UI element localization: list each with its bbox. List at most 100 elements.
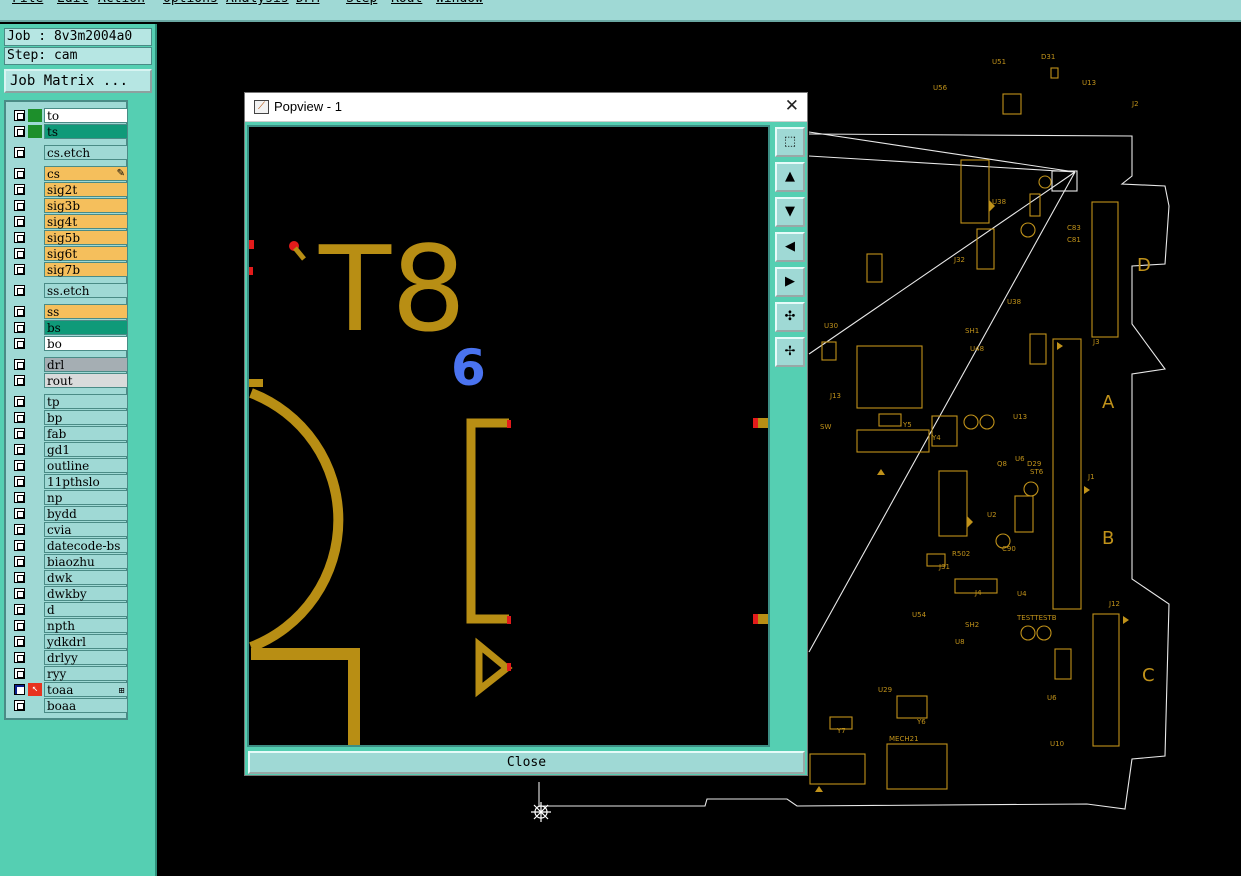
layer-name[interactable]: sig5b bbox=[44, 230, 128, 245]
layer-name[interactable]: tp bbox=[44, 394, 128, 409]
layer-row-d[interactable]: d bbox=[10, 602, 128, 617]
layer-name[interactable]: gd1 bbox=[44, 442, 128, 457]
layer-checkbox[interactable] bbox=[14, 248, 25, 259]
layer-row-dwkby[interactable]: dwkby bbox=[10, 586, 128, 601]
layer-checkbox[interactable] bbox=[14, 359, 25, 370]
layer-row-ss[interactable]: ss bbox=[10, 304, 128, 319]
layer-name[interactable]: npth bbox=[44, 618, 128, 633]
layer-row-fab[interactable]: fab bbox=[10, 426, 128, 441]
layer-checkbox[interactable] bbox=[14, 684, 25, 695]
layer-row-drl[interactable]: drl bbox=[10, 357, 128, 372]
menu-item-rout[interactable]: Rout bbox=[391, 0, 422, 6]
layer-name[interactable]: 11pthslo bbox=[44, 474, 128, 489]
layer-row-npth[interactable]: npth bbox=[10, 618, 128, 633]
layer-name[interactable]: d bbox=[44, 602, 128, 617]
layer-row-np[interactable]: np bbox=[10, 490, 128, 505]
layer-row-cs[interactable]: cs ✎ bbox=[10, 166, 128, 181]
layer-checkbox[interactable] bbox=[14, 264, 25, 275]
layer-row-ts[interactable]: ts bbox=[10, 124, 128, 139]
layer-checkbox[interactable] bbox=[14, 556, 25, 567]
layer-name[interactable]: outline bbox=[44, 458, 128, 473]
layer-row-sig7b[interactable]: sig7b bbox=[10, 262, 128, 277]
menu-item-analysis[interactable]: Analysis bbox=[226, 0, 289, 6]
layer-name[interactable]: rout bbox=[44, 373, 128, 388]
pan-right-button[interactable]: ▶ bbox=[775, 267, 805, 297]
close-icon[interactable]: ✕ bbox=[785, 96, 799, 116]
layer-name[interactable]: ss.etch bbox=[44, 283, 128, 298]
layer-name[interactable]: drl bbox=[44, 357, 128, 372]
layer-row-sig4t[interactable]: sig4t bbox=[10, 214, 128, 229]
layer-name[interactable]: ts bbox=[44, 124, 128, 139]
layer-row-tp[interactable]: tp bbox=[10, 394, 128, 409]
layer-row-gd1[interactable]: gd1 bbox=[10, 442, 128, 457]
layer-name[interactable]: sig7b bbox=[44, 262, 128, 277]
layer-checkbox[interactable] bbox=[14, 184, 25, 195]
layer-checkbox[interactable] bbox=[14, 110, 25, 121]
layer-checkbox[interactable] bbox=[14, 508, 25, 519]
layer-row-toaa[interactable]: ↖ toaa ⊞ bbox=[10, 682, 128, 697]
menu-item-file[interactable]: File bbox=[12, 0, 43, 6]
layer-checkbox[interactable] bbox=[14, 524, 25, 535]
layer-checkbox[interactable] bbox=[14, 412, 25, 423]
layer-row-datecode-bs[interactable]: datecode-bs bbox=[10, 538, 128, 553]
layer-checkbox[interactable] bbox=[14, 652, 25, 663]
layer-row-cvia[interactable]: cvia bbox=[10, 522, 128, 537]
layer-name[interactable]: bp bbox=[44, 410, 128, 425]
layer-name[interactable]: fab bbox=[44, 426, 128, 441]
pan-down-button[interactable]: ▼ bbox=[775, 197, 805, 227]
layer-name[interactable]: ydkdrl bbox=[44, 634, 128, 649]
menu-item-step[interactable]: Step bbox=[346, 0, 377, 6]
layer-name[interactable]: to bbox=[44, 108, 128, 123]
layer-name[interactable]: sig2t bbox=[44, 182, 128, 197]
pan-left-button[interactable]: ◀ bbox=[775, 232, 805, 262]
layer-row-bo[interactable]: bo bbox=[10, 336, 128, 351]
job-matrix-button[interactable]: Job Matrix ... bbox=[4, 69, 152, 93]
layer-name[interactable]: cvia bbox=[44, 522, 128, 537]
layer-checkbox[interactable] bbox=[14, 338, 25, 349]
pan-up-button[interactable]: ▲ bbox=[775, 162, 805, 192]
layer-row-outline[interactable]: outline bbox=[10, 458, 128, 473]
layer-name[interactable]: ss bbox=[44, 304, 128, 319]
layer-name[interactable]: toaa ⊞ bbox=[44, 682, 128, 697]
layer-checkbox[interactable] bbox=[14, 492, 25, 503]
layer-name[interactable]: ryy bbox=[44, 666, 128, 681]
layer-name[interactable]: bo bbox=[44, 336, 128, 351]
layer-checkbox[interactable] bbox=[14, 476, 25, 487]
layer-row-sig3b[interactable]: sig3b bbox=[10, 198, 128, 213]
layer-name[interactable]: datecode-bs bbox=[44, 538, 128, 553]
layer-row-ss.etch[interactable]: ss.etch bbox=[10, 283, 128, 298]
layer-checkbox[interactable] bbox=[14, 375, 25, 386]
menu-item-edit[interactable]: Edit bbox=[57, 0, 88, 6]
layer-row-ydkdrl[interactable]: ydkdrl bbox=[10, 634, 128, 649]
layer-checkbox[interactable] bbox=[14, 428, 25, 439]
layer-name[interactable]: sig3b bbox=[44, 198, 128, 213]
layer-checkbox[interactable] bbox=[14, 668, 25, 679]
layer-row-biaozhu[interactable]: biaozhu bbox=[10, 554, 128, 569]
layer-checkbox[interactable] bbox=[14, 636, 25, 647]
layer-row-dwk[interactable]: dwk bbox=[10, 570, 128, 585]
layer-checkbox[interactable] bbox=[14, 200, 25, 211]
menu-item-dfm[interactable]: DFM bbox=[296, 0, 319, 6]
menu-item-options[interactable]: Options bbox=[163, 0, 218, 6]
zoom-in-button[interactable]: ✣ bbox=[775, 302, 805, 332]
layer-checkbox[interactable] bbox=[14, 168, 25, 179]
layer-row-sig5b[interactable]: sig5b bbox=[10, 230, 128, 245]
layer-checkbox[interactable] bbox=[14, 126, 25, 137]
layer-checkbox[interactable] bbox=[14, 588, 25, 599]
layer-checkbox[interactable] bbox=[14, 540, 25, 551]
layer-checkbox[interactable] bbox=[14, 216, 25, 227]
layer-checkbox[interactable] bbox=[14, 444, 25, 455]
layer-name[interactable]: boaa bbox=[44, 698, 128, 713]
layer-checkbox[interactable] bbox=[14, 460, 25, 471]
layer-name[interactable]: bs bbox=[44, 320, 128, 335]
layer-checkbox[interactable] bbox=[14, 232, 25, 243]
layer-name[interactable]: cs.etch bbox=[44, 145, 128, 160]
layer-row-ryy[interactable]: ryy bbox=[10, 666, 128, 681]
layer-row-boaa[interactable]: boaa bbox=[10, 698, 128, 713]
layer-row-sig6t[interactable]: sig6t bbox=[10, 246, 128, 261]
zoom-out-button[interactable]: ✢ bbox=[775, 337, 805, 367]
layer-checkbox[interactable] bbox=[14, 604, 25, 615]
layer-name[interactable]: cs ✎ bbox=[44, 166, 128, 181]
layer-name[interactable]: sig4t bbox=[44, 214, 128, 229]
layer-name[interactable]: sig6t bbox=[44, 246, 128, 261]
